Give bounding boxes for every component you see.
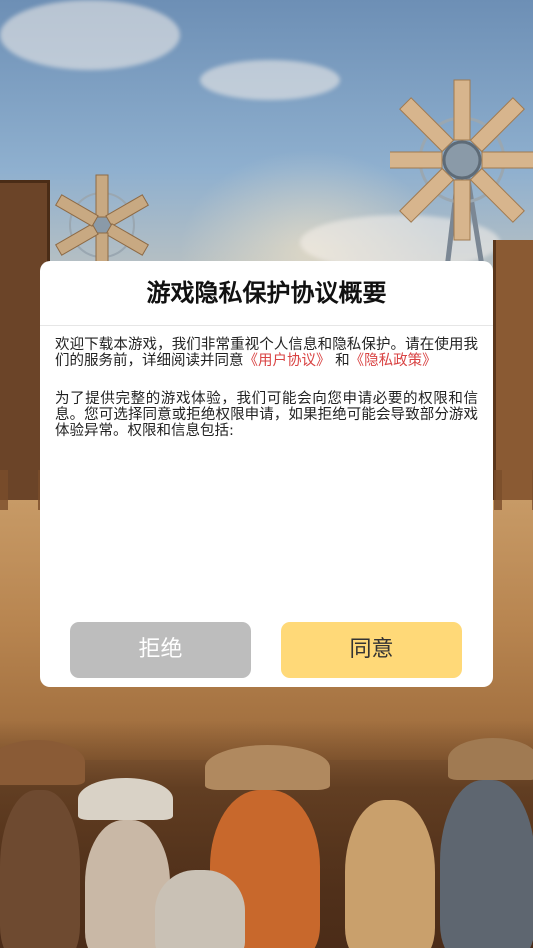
cowboy-hat-icon bbox=[0, 740, 85, 785]
cowboy-hat-icon bbox=[78, 778, 173, 820]
privacy-policy-link[interactable]: 《隐私政策》 bbox=[350, 353, 437, 369]
dialog-title: 游戏隐私保护协议概要 bbox=[146, 279, 387, 307]
permissions-paragraph: 为了提供完整的游戏体验，我们可能会向您申请必要的权限和信息。您可选择同意或拒绝权… bbox=[55, 391, 478, 439]
intro-paragraph: 欢迎下载本游戏，我们非常重视个人信息和隐私保护。请在使用我们的服务前，详细阅读并… bbox=[55, 337, 478, 369]
cowboy-hat-icon bbox=[448, 738, 533, 780]
cowboy-character bbox=[0, 790, 80, 948]
reject-button[interactable]: 拒绝 bbox=[70, 622, 251, 678]
title-divider bbox=[40, 325, 493, 326]
cowboy-character bbox=[155, 870, 245, 948]
dialog-body: 欢迎下载本游戏，我们非常重视个人信息和隐私保护。请在使用我们的服务前，详细阅读并… bbox=[55, 337, 478, 439]
privacy-dialog: 游戏隐私保护协议概要 欢迎下载本游戏，我们非常重视个人信息和隐私保护。请在使用我… bbox=[40, 261, 493, 687]
user-agreement-link[interactable]: 《用户协议》 bbox=[244, 353, 331, 369]
wolf-cowboy-character bbox=[440, 780, 533, 948]
cowboy-hat-icon bbox=[205, 745, 330, 790]
cloud bbox=[200, 60, 340, 100]
conjunction-text: 和 bbox=[330, 353, 350, 369]
agree-button[interactable]: 同意 bbox=[281, 622, 462, 678]
bear-cowboy-character bbox=[345, 800, 435, 948]
game-background: 游戏隐私保护协议概要 欢迎下载本游戏，我们非常重视个人信息和隐私保护。请在使用我… bbox=[0, 0, 533, 948]
cloud bbox=[0, 0, 180, 70]
